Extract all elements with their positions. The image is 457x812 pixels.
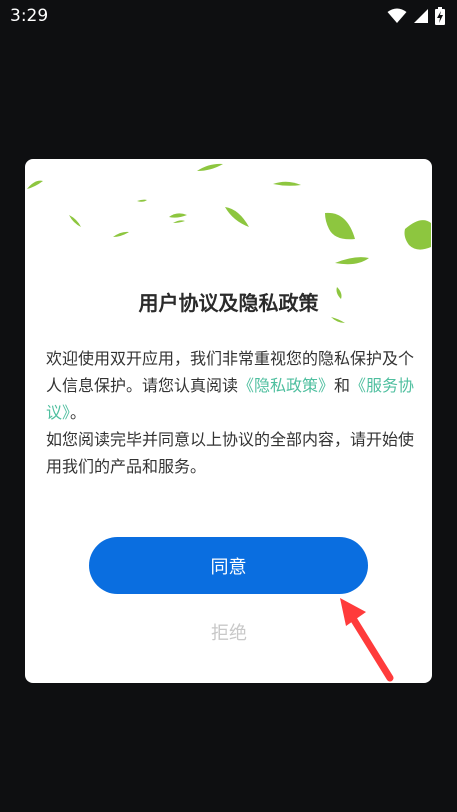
- wifi-icon: [387, 8, 407, 23]
- status-time: 3:29: [10, 6, 49, 26]
- red-arrow-annotation: [340, 598, 394, 682]
- status-bar: 3:29: [0, 0, 457, 32]
- body-text-end: 。: [70, 403, 87, 422]
- body-connector: 和: [334, 376, 351, 395]
- privacy-policy-link[interactable]: 《隐私政策》: [238, 376, 334, 395]
- battery-charging-icon: [435, 7, 445, 25]
- agree-button[interactable]: 同意: [89, 537, 368, 594]
- screen: 3:29 用户协议及隐私政策 欢迎使用双开应用，我们非常重视您的隐私保护及个人信…: [0, 0, 457, 812]
- decline-button[interactable]: 拒绝: [179, 617, 279, 647]
- dialog-title: 用户协议及隐私政策: [138, 291, 319, 315]
- body-text-consent: 如您阅读完毕并同意以上协议的全部内容，请开始使用我们的产品和服务。: [46, 430, 415, 476]
- cellular-signal-icon: [414, 9, 428, 23]
- dialog-body: 欢迎使用双开应用，我们非常重视您的隐私保护及个人信息保护。请您认真阅读《隐私政策…: [46, 345, 416, 480]
- status-icons: [387, 7, 445, 25]
